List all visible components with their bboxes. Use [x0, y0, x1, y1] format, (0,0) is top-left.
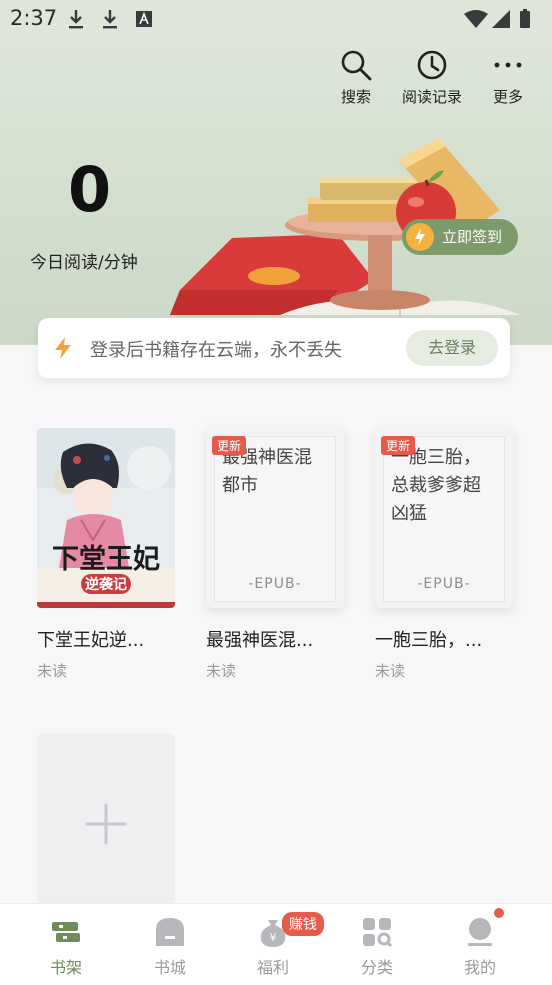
lightning-icon [52, 336, 74, 360]
earn-badge: 赚钱 [282, 912, 324, 936]
book-cover[interactable]: 一胞三胎，总裁爹爹超凶猛 -EPUB- 更新 [375, 428, 513, 608]
signin-button[interactable]: 立即签到 [402, 219, 518, 255]
tab-label: 书架 [49, 958, 82, 977]
signin-label: 立即签到 [442, 228, 503, 246]
tab-profile[interactable]: 我的 [440, 916, 520, 978]
book-status: 未读 [37, 662, 68, 680]
epub-tag: -EPUB- [417, 576, 471, 592]
book-title: 下堂王妃逆... [37, 630, 145, 651]
book-title: 最强神医混... [206, 630, 314, 651]
wifi-icon [464, 10, 488, 28]
book-item[interactable]: 下堂王妃 逆袭记 下堂王妃逆... 未读 [37, 428, 175, 681]
search-label: 搜索 [340, 88, 371, 106]
search-icon [339, 48, 373, 82]
cover-title-text: 一胞三胎，总裁爹爹超凶猛 [391, 447, 481, 524]
clock-icon [415, 48, 449, 82]
tab-label: 书城 [153, 958, 186, 977]
login-banner-text: 登录后书籍存在云端，永不丢失 [90, 340, 342, 361]
tab-label: 分类 [360, 958, 393, 977]
book-title: 一胞三胎，... [375, 630, 483, 651]
login-button[interactable]: 去登录 [406, 330, 498, 366]
history-button[interactable]: 阅读记录 [400, 48, 464, 107]
download-icon [66, 8, 86, 30]
lightning-icon [406, 223, 434, 251]
status-bar: 2:37 [0, 0, 552, 38]
more-label: 更多 [492, 88, 523, 106]
signal-icon [492, 10, 510, 28]
update-badge: 更新 [212, 436, 247, 455]
search-button[interactable]: 搜索 [336, 48, 376, 107]
svg-text:¥: ¥ [270, 931, 277, 944]
system-indicators [462, 8, 542, 30]
today-reading-minutes: 0 [68, 153, 112, 226]
add-book-button[interactable] [37, 733, 175, 903]
more-icon [491, 48, 525, 82]
today-reading-label: 今日阅读/分钟 [30, 253, 138, 273]
update-badge: 更新 [381, 436, 416, 455]
login-banner: 登录后书籍存在云端，永不丢失 去登录 [38, 318, 510, 378]
category-grid-icon [360, 916, 394, 948]
font-notification-icon [134, 8, 154, 30]
book-item[interactable]: 一胞三胎，总裁爹爹超凶猛 -EPUB- 更新 一胞三胎，... 未读 [375, 428, 513, 681]
user-icon [463, 916, 497, 948]
cover-subtitle-text: 逆袭记 [85, 576, 127, 593]
book-cover[interactable]: 下堂王妃 逆袭记 [37, 428, 175, 608]
tab-bookshelf[interactable]: 书架 [26, 916, 106, 978]
history-label: 阅读记录 [401, 88, 462, 106]
status-time: 2:37 [10, 6, 58, 30]
plus-icon [85, 803, 127, 845]
bottom-nav: 书架 书城 ¥ 福利 分类 我的 [0, 903, 552, 985]
epub-tag: -EPUB- [248, 576, 302, 592]
tab-label: 我的 [463, 958, 496, 977]
battery-icon [520, 11, 530, 28]
tab-category[interactable]: 分类 [337, 916, 417, 978]
notification-dot [494, 908, 504, 918]
bookshelf-icon [49, 916, 83, 948]
tab-label: 福利 [256, 958, 289, 977]
book-cover[interactable]: 最强神医混都市 -EPUB- 更新 [206, 428, 344, 608]
cover-title-text: 下堂王妃 [52, 544, 160, 575]
book-status: 未读 [206, 662, 237, 680]
header-banner: 2:37 搜索 阅读记录 更多 0 今日阅读/分钟 立即签到 [0, 0, 552, 345]
book-status: 未读 [375, 662, 406, 680]
store-icon [153, 916, 187, 948]
book-item[interactable]: 最强神医混都市 -EPUB- 更新 最强神医混... 未读 [206, 428, 344, 681]
download-icon [100, 8, 120, 30]
book-cover-art: 下堂王妃 逆袭记 [37, 428, 175, 608]
tab-bookstore[interactable]: 书城 [130, 916, 210, 978]
more-button[interactable]: 更多 [488, 48, 528, 107]
